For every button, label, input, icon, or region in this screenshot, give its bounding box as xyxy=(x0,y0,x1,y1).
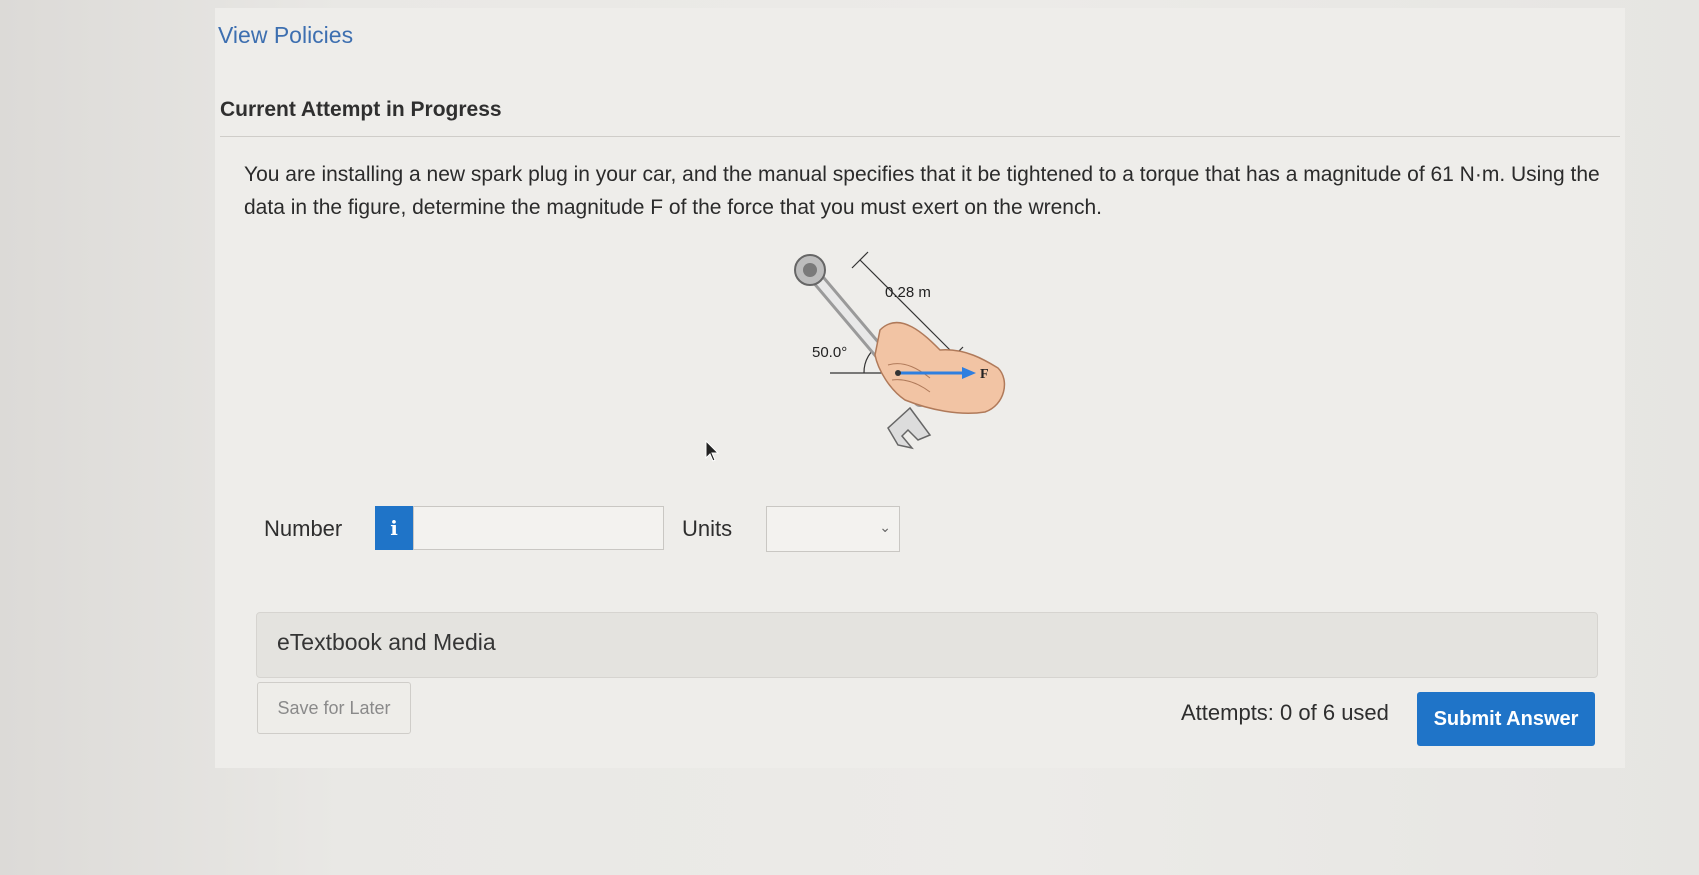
save-for-later-button[interactable]: Save for Later xyxy=(257,682,411,734)
etextbook-media-bar[interactable]: eTextbook and Media xyxy=(256,612,1598,678)
question-text: You are installing a new spark plug in y… xyxy=(244,163,1600,219)
view-policies-link[interactable]: View Policies xyxy=(218,22,353,49)
wrench-open-end xyxy=(887,406,932,450)
divider xyxy=(220,136,1620,137)
attempts-counter: Attempts: 0 of 6 used xyxy=(1181,700,1389,725)
number-label: Number xyxy=(264,516,343,541)
units-select[interactable]: ⌄ xyxy=(766,506,900,552)
angle-label: 50.0° xyxy=(812,344,847,361)
etextbook-media-label: eTextbook and Media xyxy=(277,629,496,655)
attempt-title: Current Attempt in Progress xyxy=(220,98,502,121)
wrench-diagram: 0.28 m 50.0° F xyxy=(794,251,1006,450)
force-label: F xyxy=(980,367,989,382)
units-label: Units xyxy=(682,516,733,541)
number-input[interactable] xyxy=(413,506,664,550)
info-icon[interactable]: i xyxy=(375,506,413,550)
wrench-figure: 0.28 m 50.0° F xyxy=(780,240,1040,480)
chevron-down-icon: ⌄ xyxy=(879,519,891,535)
force-origin-point xyxy=(895,370,901,376)
length-label: 0.28 m xyxy=(885,284,931,301)
mouse-cursor-icon xyxy=(705,439,721,469)
submit-answer-button[interactable]: Submit Answer xyxy=(1417,692,1595,746)
socket-inner xyxy=(803,263,817,277)
